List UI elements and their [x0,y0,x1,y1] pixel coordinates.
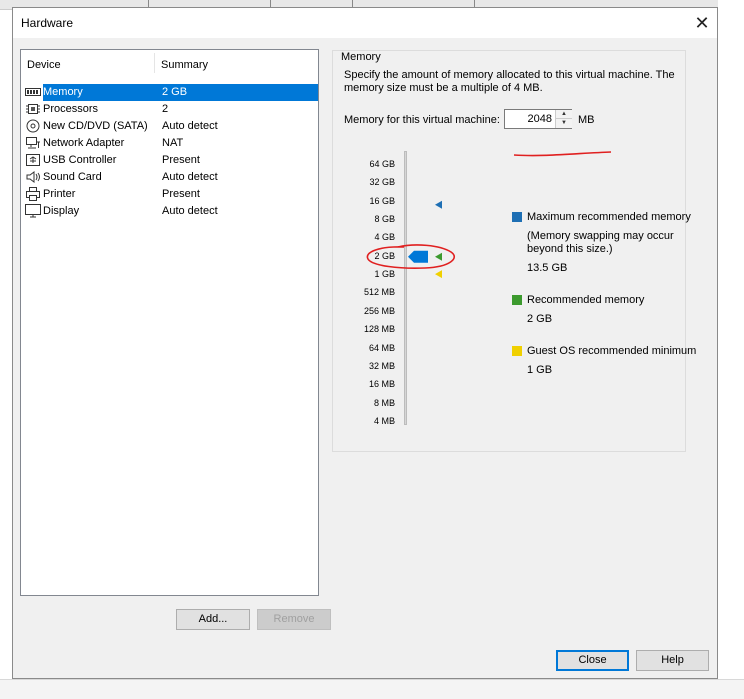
memory-description: Specify the amount of memory allocated t… [344,69,675,94]
scale-tick [391,347,395,349]
device-name: New CD/DVD (SATA) [43,120,148,132]
memory-unit: MB [578,114,595,126]
device-summary: NAT [162,137,184,149]
memory-group-label: Memory [338,51,384,63]
spinner-up-icon[interactable]: ▲ [556,110,572,119]
scale-tick [391,164,395,165]
memory-icon [25,88,41,96]
remove-button[interactable]: Remove [257,609,331,630]
display-icon [25,204,41,218]
scale-tick [391,420,395,422]
scale-tick [391,365,395,367]
device-list-header: Device Summary [21,50,318,77]
device-row-sound-card[interactable]: Sound Card Auto detect [23,169,318,186]
dialog-title: Hardware [21,16,74,30]
scale-tick [391,200,395,202]
sound-card-icon [26,171,40,183]
spinner-down-icon[interactable]: ▼ [556,119,572,128]
scale-label: 256 MB [363,305,395,316]
device-name: Printer [43,188,76,200]
device-list[interactable]: Device Summary Memory 2 GB Processors 2 … [20,49,319,596]
usb-controller-icon [26,154,40,166]
device-name: Memory [43,86,83,98]
maximum-legend-note: (Memory swapping may occur beyond this s… [527,230,674,255]
scale-label: 2 GB [374,250,395,261]
scale-tick [391,329,395,331]
scale-label: 1 GB [374,269,395,280]
processor-icon [26,104,40,114]
scale-label: 32 MB [368,360,395,371]
recommended-legend-value: 2 GB [527,313,553,325]
scale-label: 64 MB [368,342,395,353]
scale-label: 8 MB [373,397,395,408]
device-name: Processors [43,103,99,115]
scale-label: 64 GB [369,159,395,169]
maximum-legend-title: Maximum recommended memory [527,211,691,223]
scale-label: 512 MB [363,287,395,298]
network-adapter-icon [26,137,40,149]
scale-tick [391,292,395,294]
device-row-printer[interactable]: Printer Present [23,186,318,203]
device-row-memory[interactable]: Memory 2 GB [23,84,318,101]
printer-icon [26,187,40,201]
title-bar: Hardware ✕ [13,8,717,38]
column-divider[interactable] [154,53,155,73]
column-device[interactable]: Device [27,59,61,71]
device-summary: 2 [162,103,169,115]
recommended-legend-swatch [512,295,522,305]
close-icon[interactable]: ✕ [691,12,713,34]
device-row-usb-controller[interactable]: USB Controller Present [23,152,318,169]
scale-tick [391,274,395,276]
scale-label: 128 MB [363,324,395,335]
memory-slider-track[interactable] [404,151,407,425]
background-bottom [0,679,744,699]
guest-min-legend-swatch [512,346,522,356]
device-summary: Auto detect [162,205,218,217]
device-summary: 2 GB [162,86,188,98]
close-button[interactable]: Close [556,650,629,671]
column-summary[interactable]: Summary [161,59,208,71]
scale-tick [391,310,395,312]
device-name: USB Controller [43,154,117,166]
guest-min-legend-value: 1 GB [527,364,553,376]
device-summary: Auto detect [162,120,218,132]
scale-tick [391,402,395,404]
scale-tick [391,182,395,184]
device-name: Network Adapter [43,137,125,149]
add-button[interactable]: Add... [176,609,250,630]
scale-label: 4 GB [374,232,395,243]
recommended-legend-title: Recommended memory [527,294,645,306]
device-row-network-adapter[interactable]: Network Adapter NAT [23,135,318,152]
scale-label: 16 GB [369,195,395,206]
device-summary: Present [162,154,200,166]
scale-tick [391,237,395,239]
scale-label: 16 MB [368,379,395,390]
memory-field-label: Memory for this virtual machine: [344,114,500,126]
scale-tick [391,219,395,221]
device-row-display[interactable]: Display Auto detect [23,203,318,220]
help-button[interactable]: Help [636,650,709,671]
device-row-processors[interactable]: Processors 2 [23,101,318,118]
cd-dvd-icon [26,119,40,133]
memory-size-input[interactable]: 2048 [505,113,552,125]
scale-label: 32 GB [369,177,395,188]
device-summary: Auto detect [162,171,218,183]
device-name: Display [43,205,80,217]
memory-size-spinner[interactable]: 2048 ▲ ▼ [504,109,572,129]
device-name: Sound Card [43,171,102,183]
spinner-buttons: ▲ ▼ [555,110,572,128]
device-row-cd-dvd[interactable]: New CD/DVD (SATA) Auto detect [23,118,318,135]
scale-label: 8 GB [374,214,395,225]
background-right [718,0,744,699]
maximum-legend-value: 13.5 GB [527,262,568,274]
scale-tick [391,384,395,386]
maximum-legend-swatch [512,212,522,222]
scale-tick [391,255,395,257]
background-left [0,10,12,699]
device-summary: Present [162,188,200,200]
scale-label: 4 MB [373,415,395,426]
guest-min-legend-title: Guest OS recommended minimum [527,345,697,357]
